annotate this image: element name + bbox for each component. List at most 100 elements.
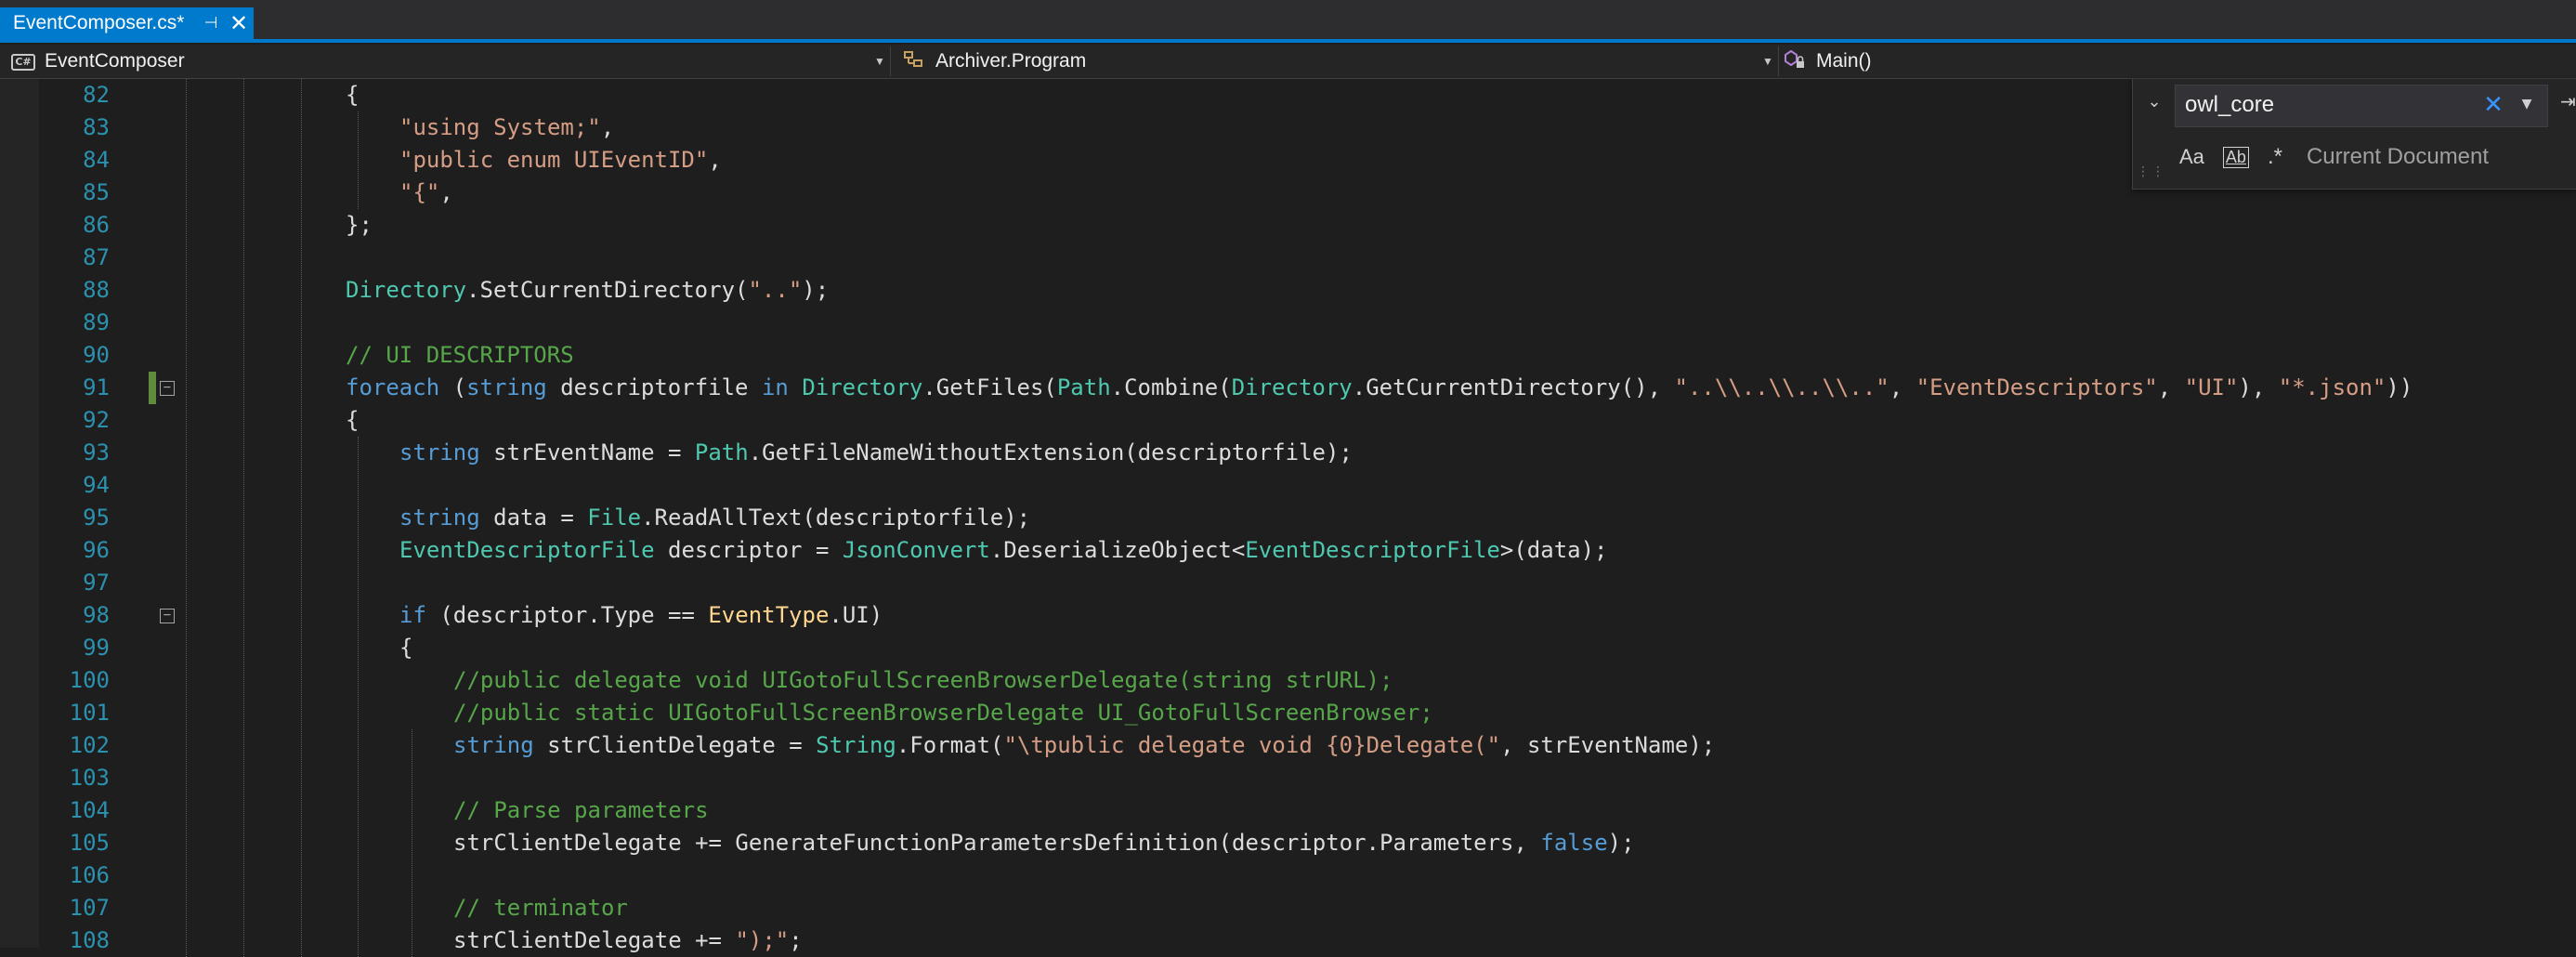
- line-number: 94: [83, 472, 110, 498]
- code-token: string: [399, 439, 480, 465]
- code-token: in: [761, 374, 789, 400]
- code-token: "*.json": [2278, 374, 2386, 400]
- code-token: JsonConvert: [842, 537, 990, 563]
- collapse-region-icon[interactable]: −: [160, 609, 175, 623]
- code-line[interactable]: 88 Directory.SetCurrentDirectory("..");: [0, 274, 2576, 307]
- code-line[interactable]: 92 {: [0, 404, 2576, 437]
- code-text: string strEventName = Path.GetFileNameWi…: [399, 437, 1353, 469]
- code-token: "..\\..\\..\\..": [1674, 374, 1890, 400]
- code-line[interactable]: 101 //public static UIGotoFullScreenBrows…: [0, 697, 2576, 729]
- code-line[interactable]: 103: [0, 762, 2576, 794]
- code-token: ;: [789, 927, 803, 953]
- clear-search-icon[interactable]: ✕: [2480, 91, 2506, 119]
- code-line[interactable]: 104 // Parse parameters: [0, 794, 2576, 827]
- code-token: string: [453, 732, 534, 758]
- code-line[interactable]: 107 // terminator: [0, 892, 2576, 924]
- toggle-replace-icon[interactable]: ⇥: [2560, 90, 2576, 112]
- code-token: // Parse parameters: [453, 797, 709, 823]
- code-line[interactable]: 89: [0, 307, 2576, 339]
- code-line[interactable]: 98 − if (descriptor.Type == EventType.UI): [0, 599, 2576, 632]
- code-line[interactable]: 102 string strClientDelegate = String.For…: [0, 729, 2576, 762]
- line-number: 89: [83, 309, 110, 335]
- code-token: strClientDelegate +=: [453, 927, 736, 953]
- code-token: .ReadAllText(descriptorfile);: [641, 505, 1031, 531]
- resize-grip-icon[interactable]: ⋮⋮: [2137, 164, 2166, 179]
- code-token: strClientDelegate =: [533, 732, 817, 758]
- code-token: ,: [708, 147, 722, 173]
- code-token: //public static UIGotoFullScreenBrowserD…: [453, 700, 1433, 726]
- line-number: 82: [83, 82, 110, 108]
- code-token: .Combine(: [1110, 374, 1232, 400]
- member-dropdown[interactable]: Main(): [1779, 46, 2576, 76]
- code-token: , strEventName);: [1500, 732, 1716, 758]
- code-token: false: [1540, 830, 1608, 856]
- code-text: string strClientDelegate = String.Format…: [453, 729, 1715, 762]
- indent-guide: [358, 437, 359, 957]
- code-line[interactable]: 94: [0, 469, 2576, 502]
- code-token: EventType: [708, 602, 830, 628]
- code-token: .Format(: [896, 732, 1004, 758]
- code-line[interactable]: 106: [0, 859, 2576, 892]
- line-number: 96: [83, 537, 110, 563]
- code-token: {: [346, 407, 360, 433]
- close-icon[interactable]: ✕: [224, 10, 254, 37]
- code-token: descriptorfile: [546, 374, 762, 400]
- line-number: 83: [83, 114, 110, 140]
- line-number: 107: [69, 895, 110, 921]
- code-text: // UI DESCRIPTORS: [346, 339, 574, 372]
- project-dropdown[interactable]: C# EventComposer ▼: [0, 46, 891, 76]
- code-text: "using System;",: [399, 111, 614, 144]
- code-token: .GetCurrentDirectory(),: [1352, 374, 1675, 400]
- chevron-down-icon[interactable]: ⌄: [2144, 92, 2164, 111]
- code-token: EventDescriptorFile: [1245, 537, 1500, 563]
- code-token: //public delegate void UIGotoFullScreenB…: [453, 667, 1393, 693]
- code-token: strEventName =: [479, 439, 695, 465]
- code-token: File: [587, 505, 642, 531]
- line-number: 99: [83, 635, 110, 661]
- find-widget: ⌄ ✕ ▼ ⇥ Aa Ab .* Current Document ⋮⋮: [2132, 79, 2576, 190]
- find-input[interactable]: [2176, 85, 2464, 125]
- code-token: Directory: [802, 374, 923, 400]
- match-whole-word-button[interactable]: Ab: [2222, 146, 2249, 168]
- document-tab-eventcomposer[interactable]: EventComposer.cs* ⊣ ✕: [0, 7, 254, 39]
- code-token: "\tpublic delegate void {0}Delegate(": [1003, 732, 1501, 758]
- code-text: if (descriptor.Type == EventType.UI): [399, 599, 883, 632]
- code-line[interactable]: 93 string strEventName = Path.GetFileName…: [0, 437, 2576, 469]
- code-token: "UI": [2184, 374, 2239, 400]
- code-text: // Parse parameters: [453, 794, 709, 827]
- code-line[interactable]: 108 strClientDelegate += ");";: [0, 924, 2576, 957]
- code-line[interactable]: 91 − foreach (string descriptorfile in Dir…: [0, 372, 2576, 404]
- search-scope-dropdown[interactable]: Current Document: [2307, 144, 2489, 170]
- match-case-button[interactable]: Aa: [2179, 145, 2204, 169]
- code-token: >(data);: [1499, 537, 1608, 563]
- type-dropdown[interactable]: Archiver.Program ▼: [891, 46, 1779, 76]
- code-line[interactable]: 86};: [0, 209, 2576, 242]
- navigation-bar: C# EventComposer ▼ Archiver.Program ▼ Ma…: [0, 45, 2576, 79]
- code-token: );: [802, 277, 830, 303]
- code-token: {: [346, 82, 360, 108]
- code-line[interactable]: 96 EventDescriptorFile descriptor = JsonC…: [0, 534, 2576, 567]
- code-line[interactable]: 87: [0, 242, 2576, 274]
- line-number: 85: [83, 179, 110, 205]
- regex-button[interactable]: .*: [2268, 144, 2282, 170]
- code-editor[interactable]: 82 {83 "using System;", 84 "public enum UIEv…: [0, 79, 2576, 957]
- code-line[interactable]: 90 // UI DESCRIPTORS: [0, 339, 2576, 372]
- code-token: );: [1607, 830, 1635, 856]
- code-line[interactable]: 95 string data = File.ReadAllText(descrip…: [0, 502, 2576, 534]
- code-token: Directory: [1231, 374, 1353, 400]
- code-line[interactable]: 97: [0, 567, 2576, 599]
- line-number: 103: [69, 765, 110, 791]
- code-line[interactable]: 100 //public delegate void UIGotoFullScre…: [0, 664, 2576, 697]
- document-tab-strip: EventComposer.cs* ⊣ ✕: [0, 0, 2576, 39]
- code-token: .GetFiles(: [922, 374, 1057, 400]
- line-number: 104: [69, 797, 110, 823]
- code-line[interactable]: 105 strClientDelegate += GenerateFunction…: [0, 827, 2576, 859]
- code-line[interactable]: 99 {: [0, 632, 2576, 664]
- csharp-project-icon: C#: [11, 53, 35, 71]
- pin-icon[interactable]: ⊣: [198, 14, 224, 33]
- code-token: "EventDescriptors": [1916, 374, 2158, 400]
- search-history-dropdown-icon[interactable]: ▼: [2516, 97, 2538, 111]
- code-token: .SetCurrentDirectory(: [466, 277, 749, 303]
- line-number: 108: [69, 927, 110, 953]
- collapse-region-icon[interactable]: −: [160, 381, 175, 396]
